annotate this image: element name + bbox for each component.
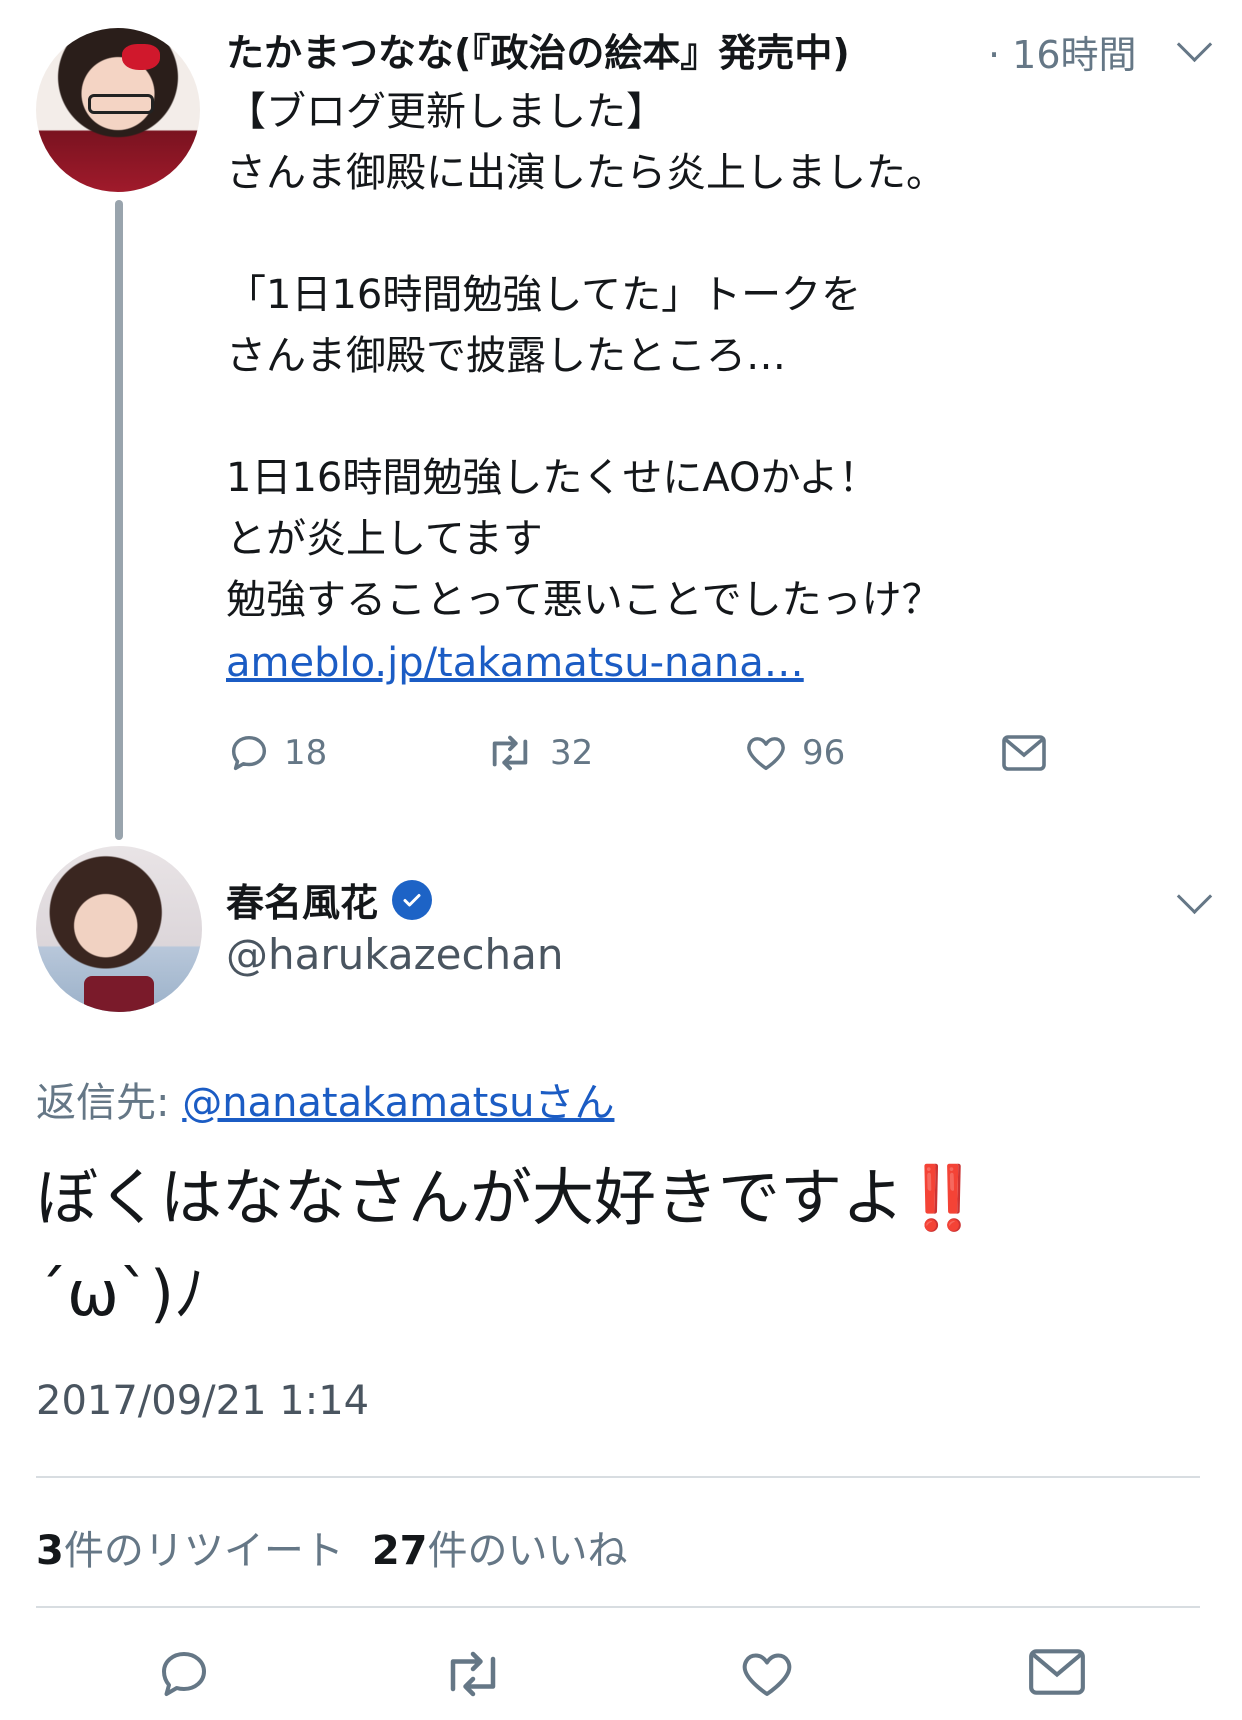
mail-icon bbox=[1002, 735, 1046, 771]
reply-icon bbox=[231, 735, 267, 771]
parent-tweet-time[interactable]: · 16時間 bbox=[988, 24, 1137, 79]
hair-bow bbox=[122, 44, 160, 70]
verified-badge-icon bbox=[392, 879, 433, 920]
reply-button-large[interactable] bbox=[154, 1644, 214, 1704]
blog-link[interactable]: ameblo.jp/takamatsu-nana… bbox=[226, 640, 804, 686]
reply-author-handle[interactable]: @harukazechan bbox=[226, 930, 564, 979]
retweet-icon bbox=[450, 1651, 496, 1697]
divider bbox=[36, 1606, 1200, 1608]
chevron-down-icon[interactable] bbox=[1176, 878, 1213, 915]
parent-tweet-text: 【ブログ更新しました】 さんま御殿に出演したら炎上しました。 「1日16時間勉強… bbox=[226, 89, 946, 623]
reply-count: 18 bbox=[284, 733, 328, 773]
parent-author-name[interactable]: たかまつなな(『政治の絵本』発売中) bbox=[226, 22, 850, 77]
reply-author-name: 春名風花 bbox=[226, 881, 379, 925]
chevron-down-icon[interactable] bbox=[1176, 26, 1213, 63]
reply-to-line: 返信先: @nanatakamatsuさん bbox=[36, 1070, 614, 1128]
author-avatar-haruna[interactable] bbox=[36, 846, 202, 1012]
reply-text-main: ぼくはななさんが大好きですよ bbox=[36, 1161, 905, 1234]
retweet-button-large[interactable] bbox=[438, 1644, 508, 1704]
tweet-timestamp[interactable]: 2017/09/21 1:14 bbox=[36, 1378, 369, 1424]
mail-icon bbox=[1029, 1649, 1085, 1695]
reply-to-label: 返信先: bbox=[36, 1080, 183, 1126]
reply-button[interactable]: 18 bbox=[226, 730, 327, 776]
glasses bbox=[88, 94, 154, 114]
like-button-large[interactable] bbox=[736, 1644, 798, 1704]
divider bbox=[36, 1476, 1200, 1478]
retweet-icon bbox=[492, 735, 528, 771]
heart-icon bbox=[747, 737, 785, 771]
engagement-stats: 3件のリツイート 27件のいいね bbox=[36, 1518, 628, 1576]
like-button[interactable]: 96 bbox=[742, 730, 845, 776]
uniform-collar bbox=[84, 976, 154, 1012]
reply-to-mention[interactable]: @nanatakamatsuさん bbox=[182, 1080, 614, 1126]
direct-message-button-large[interactable] bbox=[1026, 1644, 1088, 1700]
reply-tweet-text: ぼくはななさんが大好きですよ‼️ ´ω`)ﾉ bbox=[36, 1150, 1216, 1342]
direct-message-button[interactable] bbox=[1000, 733, 1048, 773]
author-avatar-takamatsu[interactable] bbox=[36, 28, 200, 192]
likes-stat[interactable]: 27件のいいね bbox=[372, 1518, 628, 1576]
thread-connector-line bbox=[115, 200, 123, 840]
like-count: 96 bbox=[802, 733, 846, 773]
reply-icon bbox=[162, 1652, 206, 1696]
retweet-button[interactable]: 32 bbox=[482, 730, 593, 776]
retweet-count: 32 bbox=[550, 733, 594, 773]
double-exclamation-emoji: ‼️ bbox=[904, 1161, 982, 1234]
reply-author-row[interactable]: 春名風花 bbox=[226, 872, 433, 927]
reply-text-kaomoji: ´ω`)ﾉ bbox=[36, 1257, 206, 1330]
heart-icon bbox=[742, 1653, 792, 1696]
retweets-stat[interactable]: 3件のリツイート bbox=[36, 1518, 344, 1576]
